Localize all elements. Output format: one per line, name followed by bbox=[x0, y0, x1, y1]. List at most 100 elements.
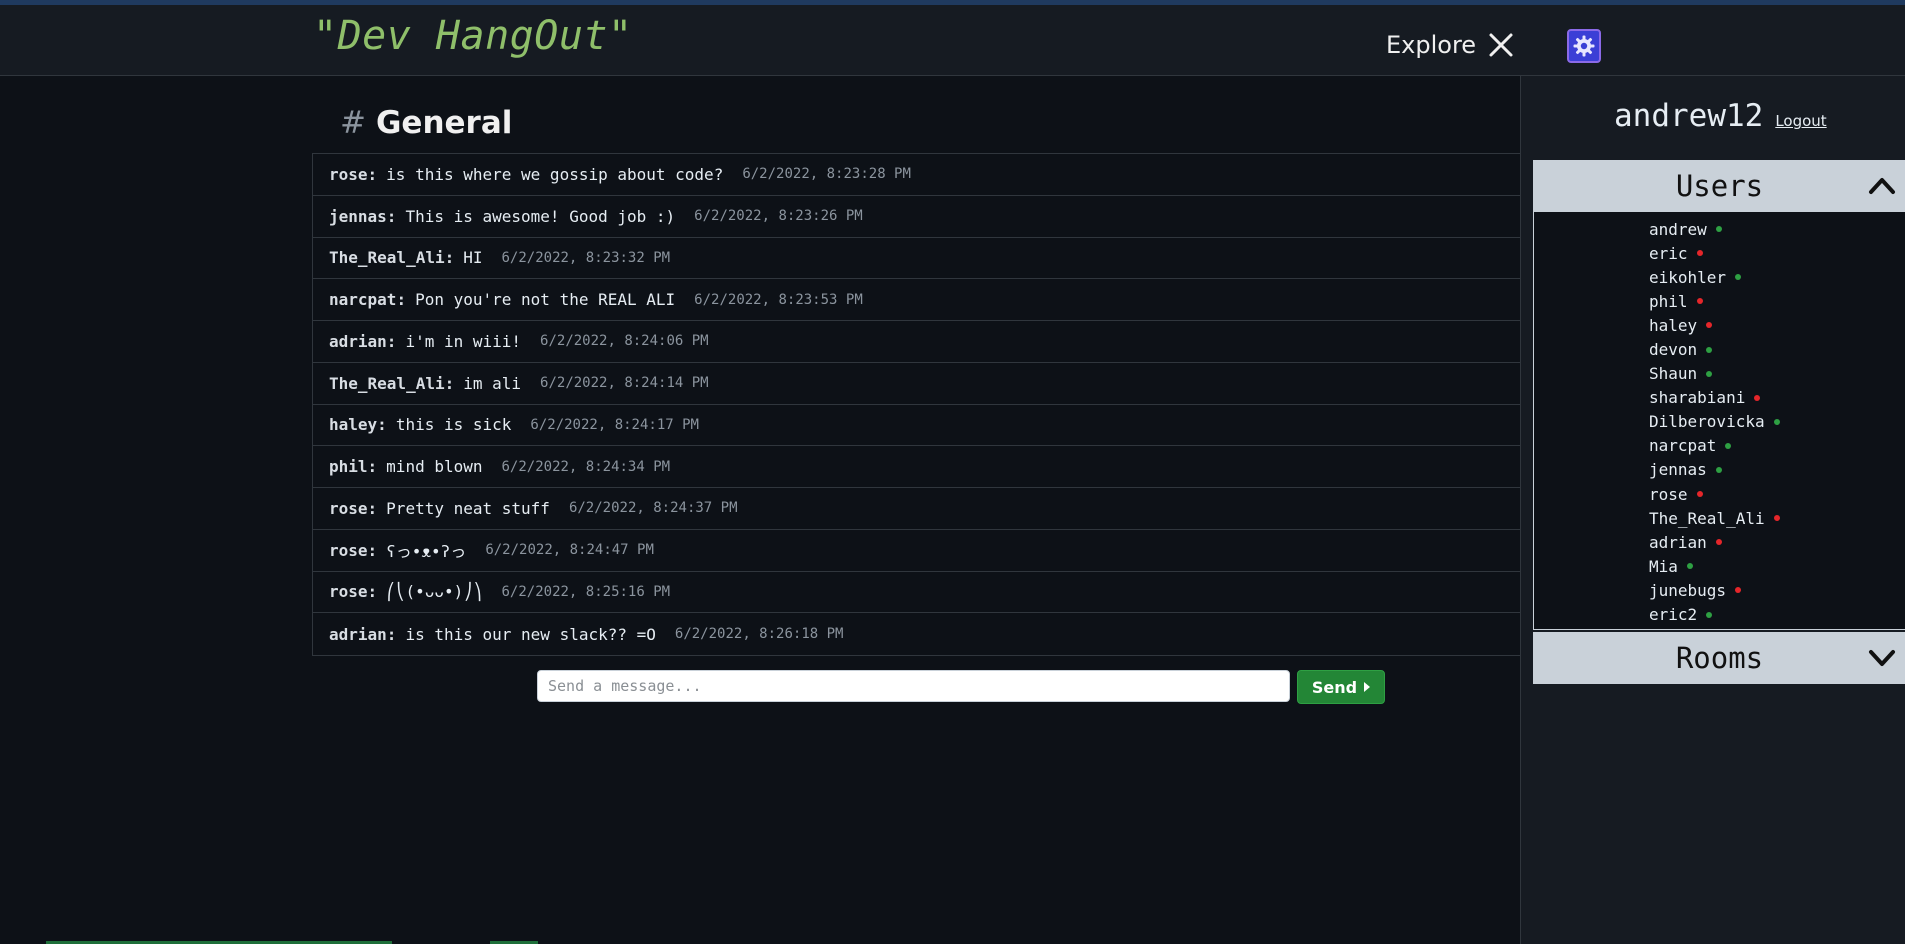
channel-hash: # bbox=[340, 105, 366, 141]
message-timestamp: 6/2/2022, 8:25:16 PM bbox=[501, 583, 671, 600]
chevron-down-icon bbox=[1869, 650, 1895, 666]
app-title: "Dev HangOut" bbox=[313, 13, 633, 59]
gear-icon bbox=[1573, 35, 1595, 57]
status-dot bbox=[1706, 346, 1713, 353]
settings-button[interactable] bbox=[1567, 29, 1601, 63]
explore-button[interactable]: Explore bbox=[1386, 25, 1514, 65]
status-dot bbox=[1686, 563, 1693, 570]
app-header: "Dev HangOut" Explore bbox=[0, 5, 1905, 76]
status-dot bbox=[1696, 491, 1703, 498]
message-user[interactable]: rose bbox=[329, 582, 368, 601]
user-name: The_Real_Ali bbox=[1649, 508, 1765, 528]
message-timestamp: 6/2/2022, 8:24:37 PM bbox=[568, 500, 738, 517]
user-list-item[interactable]: eric2 bbox=[1534, 603, 1905, 627]
user-name: Dilberovicka bbox=[1649, 412, 1765, 432]
send-button[interactable]: Send bbox=[1297, 670, 1385, 704]
status-dot bbox=[1696, 250, 1703, 257]
message-text: ⎛⎝(•ᴗᴗ•)⎠⎞ bbox=[386, 582, 483, 602]
user-name: Shaun bbox=[1649, 364, 1698, 384]
message-user[interactable]: rose bbox=[329, 499, 368, 518]
message-row: The_Real_Ali: im ali 6/2/2022, 8:24:14 PM bbox=[313, 363, 1520, 405]
user-list-item[interactable]: narcpat bbox=[1534, 434, 1905, 458]
message-text: i'm in wiii! bbox=[405, 331, 522, 351]
users-list: andrew eric eikohler phil haley devon Sh… bbox=[1533, 211, 1905, 630]
message-user[interactable]: adrian bbox=[329, 332, 387, 351]
users-section-title: Users bbox=[1675, 169, 1764, 203]
user-list-item[interactable]: eric bbox=[1534, 241, 1905, 265]
message-user[interactable]: phil bbox=[329, 457, 368, 476]
users-section-header[interactable]: Users bbox=[1533, 160, 1905, 212]
sidebar: andrew12 Logout Users andrew eric eikohl… bbox=[1520, 76, 1905, 944]
message-user[interactable]: narcpat bbox=[329, 290, 396, 309]
logout-link[interactable]: Logout bbox=[1775, 112, 1826, 130]
status-dot bbox=[1715, 226, 1722, 233]
message-row: rose: Pretty neat stuff 6/2/2022, 8:24:37 … bbox=[313, 488, 1520, 530]
message-user[interactable]: rose bbox=[329, 165, 368, 184]
message-user[interactable]: haley bbox=[329, 415, 377, 434]
status-dot bbox=[1735, 587, 1742, 594]
message-user[interactable]: adrian bbox=[329, 625, 387, 644]
user-list-item[interactable]: rose bbox=[1534, 482, 1905, 506]
chevron-up-icon bbox=[1869, 178, 1895, 194]
message-row: haley: this is sick 6/2/2022, 8:24:17 PM bbox=[313, 405, 1520, 447]
user-list-item[interactable]: sharabiani bbox=[1534, 386, 1905, 410]
status-dot bbox=[1773, 515, 1780, 522]
status-dot bbox=[1696, 298, 1703, 305]
message-timestamp: 6/2/2022, 8:24:47 PM bbox=[485, 542, 654, 559]
user-name: eikohler bbox=[1649, 267, 1727, 287]
user-name: eric bbox=[1649, 243, 1688, 263]
status-dot bbox=[1735, 274, 1742, 281]
caret-right-icon bbox=[1364, 682, 1371, 692]
user-list-item[interactable]: haley bbox=[1534, 313, 1905, 337]
status-dot bbox=[1706, 370, 1713, 377]
rooms-section-title: Rooms bbox=[1675, 641, 1764, 675]
user-name: devon bbox=[1649, 340, 1698, 360]
message-row: adrian: i'm in wiii! 6/2/2022, 8:24:06 PM bbox=[313, 321, 1520, 363]
message-input[interactable] bbox=[537, 670, 1290, 702]
status-dot bbox=[1725, 442, 1732, 449]
status-dot bbox=[1706, 322, 1713, 329]
message-text: Pon you're not the REAL ALI bbox=[415, 290, 676, 310]
user-list-item[interactable]: andrew bbox=[1534, 217, 1905, 241]
message-row: narcpat: Pon you're not the REAL ALI 6/2/2… bbox=[313, 279, 1520, 321]
message-row: rose: ʕっ•ᴥ•ʔっ 6/2/2022, 8:24:47 PM bbox=[313, 530, 1520, 572]
status-dot bbox=[1706, 611, 1713, 618]
message-row: jennas: This is awesome! Good job :) 6/2/2… bbox=[313, 196, 1520, 238]
message-timestamp: 6/2/2022, 8:23:26 PM bbox=[694, 208, 863, 225]
user-area: andrew12 Logout bbox=[1614, 98, 1827, 134]
user-list-item[interactable]: phil bbox=[1534, 289, 1905, 313]
message-user[interactable]: jennas bbox=[329, 207, 387, 226]
user-list-item[interactable]: jennas bbox=[1534, 458, 1905, 482]
message-timestamp: 6/2/2022, 8:26:18 PM bbox=[674, 626, 844, 643]
send-label: Send bbox=[1311, 677, 1358, 697]
message-text: im ali bbox=[463, 373, 522, 393]
message-list: rose: is this where we gossip about code?… bbox=[312, 153, 1520, 656]
user-list-item[interactable]: Dilberovicka bbox=[1534, 410, 1905, 434]
message-user[interactable]: The_Real_Ali bbox=[329, 374, 445, 393]
user-list-item[interactable]: eikohler bbox=[1534, 265, 1905, 289]
status-dot bbox=[1773, 418, 1780, 425]
current-username: andrew12 bbox=[1614, 98, 1764, 134]
message-text: this is sick bbox=[395, 415, 512, 435]
user-name: haley bbox=[1649, 315, 1698, 335]
user-name: phil bbox=[1649, 291, 1688, 311]
message-user[interactable]: The_Real_Ali bbox=[329, 248, 445, 267]
user-list-item[interactable]: The_Real_Ali bbox=[1534, 506, 1905, 530]
user-list-item[interactable]: adrian bbox=[1534, 530, 1905, 554]
user-list-item[interactable]: devon bbox=[1534, 337, 1905, 361]
message-text: mind blown bbox=[386, 457, 483, 477]
user-name: sharabiani bbox=[1649, 388, 1746, 408]
message-row: phil: mind blown 6/2/2022, 8:24:34 PM bbox=[313, 446, 1520, 488]
user-list-item[interactable]: Mia bbox=[1534, 554, 1905, 578]
user-list-item[interactable]: junebugs bbox=[1534, 578, 1905, 602]
rooms-section-header[interactable]: Rooms bbox=[1533, 632, 1905, 684]
channel-name: General bbox=[375, 105, 513, 141]
message-timestamp: 6/2/2022, 8:23:28 PM bbox=[742, 166, 911, 183]
close-icon bbox=[1489, 33, 1513, 57]
status-dot bbox=[1715, 539, 1722, 546]
user-name: Mia bbox=[1649, 556, 1678, 576]
message-row: rose: is this where we gossip about code?… bbox=[313, 154, 1520, 196]
message-user[interactable]: rose bbox=[329, 541, 368, 560]
user-list-item[interactable]: Shaun bbox=[1534, 362, 1905, 386]
message-row: adrian: is this our new slack?? =O 6/2/202… bbox=[329, 624, 844, 644]
